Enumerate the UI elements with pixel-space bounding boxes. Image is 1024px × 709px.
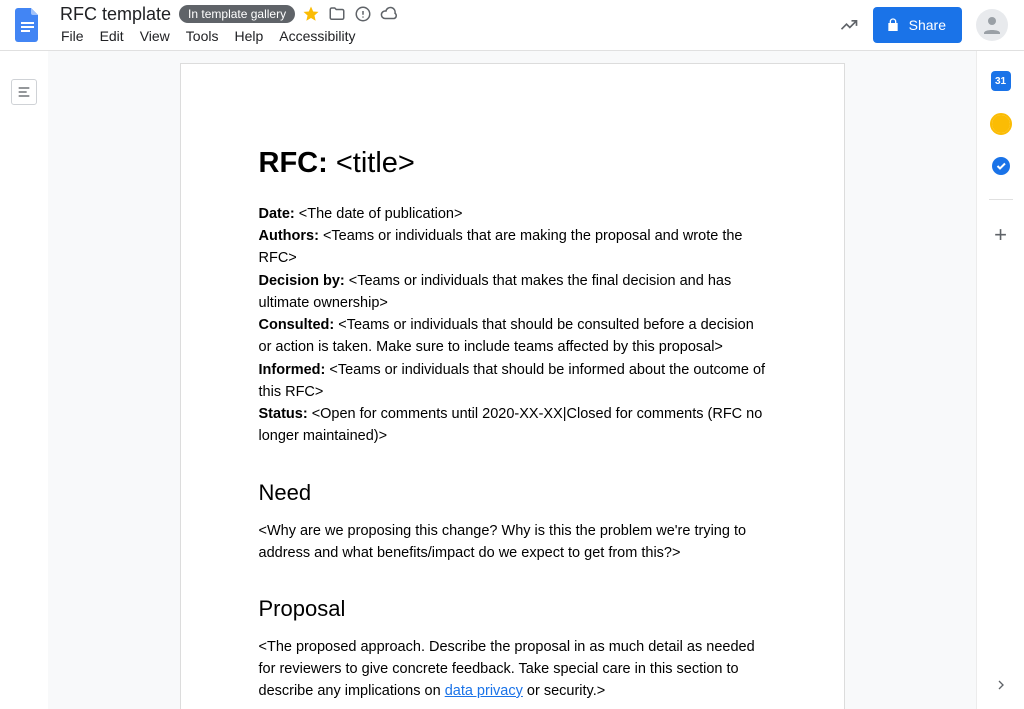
meta-decision-by[interactable]: Decision by: <Teams or individuals that … xyxy=(259,271,766,315)
menu-accessibility[interactable]: Accessibility xyxy=(272,26,362,46)
menu-edit[interactable]: Edit xyxy=(93,26,131,46)
document-page[interactable]: RFC: <title> Date: <The date of publicat… xyxy=(180,63,845,709)
app-header: RFC template In template gallery File Ed… xyxy=(0,0,1024,51)
star-icon[interactable] xyxy=(301,4,321,24)
title-rest: <title> xyxy=(328,147,415,179)
meta-informed[interactable]: Informed: <Teams or individuals that sho… xyxy=(259,360,766,404)
menu-view[interactable]: View xyxy=(133,26,177,46)
body-need[interactable]: <Why are we proposing this change? Why i… xyxy=(259,521,766,565)
person-icon xyxy=(980,13,1004,37)
menu-help[interactable]: Help xyxy=(227,26,270,46)
menu-file[interactable]: File xyxy=(54,26,91,46)
meta-status[interactable]: Status: <Open for comments until 2020-XX… xyxy=(259,404,766,448)
activity-trend-icon[interactable] xyxy=(839,15,859,35)
calendar-app-icon[interactable]: 31 xyxy=(991,71,1011,91)
share-button[interactable]: Share xyxy=(873,7,962,43)
document-outline-icon[interactable] xyxy=(11,79,37,105)
right-side-panel: 31 + xyxy=(976,51,1024,709)
document-canvas[interactable]: RFC: <title> Date: <The date of publicat… xyxy=(48,51,976,709)
keep-app-icon[interactable] xyxy=(992,115,1010,133)
collapse-panel-icon[interactable] xyxy=(989,673,1013,697)
meta-authors[interactable]: Authors: <Teams or individuals that are … xyxy=(259,226,766,270)
meta-consulted[interactable]: Consulted: <Teams or individuals that sh… xyxy=(259,315,766,359)
menu-bar: File Edit View Tools Help Accessibility xyxy=(52,25,839,47)
see-document-status-icon[interactable] xyxy=(353,4,373,24)
document-title[interactable]: RFC template xyxy=(58,4,173,25)
header-right: Share xyxy=(839,7,1008,43)
link-data-privacy[interactable]: data privacy xyxy=(445,683,523,699)
meta-date[interactable]: Date: <The date of publication> xyxy=(259,204,766,226)
title-block: RFC template In template gallery File Ed… xyxy=(52,3,839,47)
left-rail xyxy=(0,51,48,709)
doc-heading-title[interactable]: RFC: <title> xyxy=(259,142,766,186)
account-avatar[interactable] xyxy=(976,9,1008,41)
cloud-saved-icon[interactable] xyxy=(379,4,399,24)
body-proposal[interactable]: <The proposed approach. Describe the pro… xyxy=(259,637,766,702)
heading-proposal[interactable]: Proposal xyxy=(259,592,766,625)
lock-icon xyxy=(885,17,901,33)
heading-need[interactable]: Need xyxy=(259,476,766,509)
move-folder-icon[interactable] xyxy=(327,4,347,24)
title-bold: RFC: xyxy=(259,147,328,179)
template-gallery-chip[interactable]: In template gallery xyxy=(179,5,295,23)
menu-tools[interactable]: Tools xyxy=(179,26,226,46)
docs-icon xyxy=(15,8,41,42)
docs-home-logo[interactable] xyxy=(8,5,48,45)
share-label: Share xyxy=(909,17,946,33)
tasks-app-icon[interactable] xyxy=(992,157,1010,175)
side-divider xyxy=(989,199,1013,200)
get-addons-icon[interactable]: + xyxy=(994,224,1007,246)
title-row: RFC template In template gallery xyxy=(52,3,839,25)
workspace: RFC: <title> Date: <The date of publicat… xyxy=(0,51,1024,709)
